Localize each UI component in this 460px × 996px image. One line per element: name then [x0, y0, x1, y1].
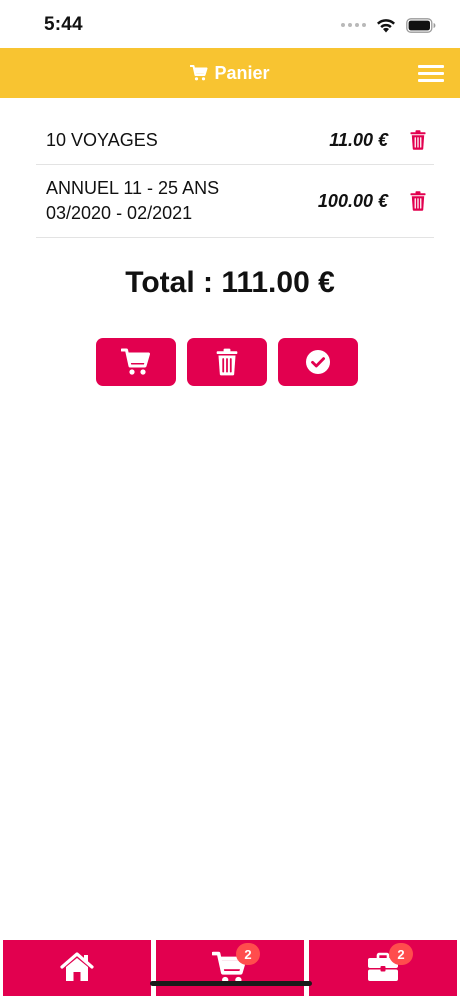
hamburger-menu-icon[interactable] [418, 62, 444, 84]
bottom-tab-bar: 2 2 [0, 940, 460, 996]
cart-icon [190, 65, 208, 81]
tab-home[interactable] [3, 940, 151, 996]
cart-item-price: 11.00 € [329, 129, 388, 150]
cart-item-label: ANNUEL 11 - 25 ANS 03/2020 - 02/2021 [46, 176, 219, 226]
continue-shopping-button[interactable] [96, 338, 176, 386]
cart-item-label-line: ANNUEL 11 - 25 ANS [46, 178, 220, 198]
header-title: Panier [0, 48, 460, 98]
trash-icon[interactable] [410, 191, 426, 211]
status-bar: 5:44 [0, 0, 460, 48]
cart-screen: 5:44 Panier 10 VOYAGES 11.00 € ANNUEL 11… [0, 0, 460, 996]
tab-briefcase[interactable]: 2 [309, 940, 457, 996]
signal-icon [341, 23, 366, 27]
cart-item: 10 VOYAGES 11.00 € [36, 116, 434, 165]
wifi-icon [377, 19, 395, 33]
cart-total: Total : 111.00 € [125, 266, 335, 299]
briefcase-badge: 2 [389, 943, 413, 965]
trash-icon[interactable] [410, 130, 426, 150]
cart-badge: 2 [236, 943, 260, 965]
cart-item-label-line: 10 VOYAGES [46, 129, 158, 150]
app-header: Panier [0, 48, 460, 98]
cart-icon [121, 348, 150, 375]
tab-cart[interactable]: 2 [156, 940, 304, 996]
cart-item: ANNUEL 11 - 25 ANS 03/2020 - 02/2021 100… [36, 165, 434, 238]
header-title-text: Panier [214, 62, 270, 83]
validate-cart-button[interactable] [278, 338, 358, 386]
empty-cart-button[interactable] [187, 338, 267, 386]
home-indicator [150, 981, 312, 986]
check-circle-icon [306, 350, 330, 374]
home-icon [60, 952, 94, 981]
battery-icon [406, 17, 436, 33]
cart-list: 10 VOYAGES 11.00 € ANNUEL 11 - 25 ANS 03… [36, 116, 434, 238]
trash-icon [216, 348, 238, 376]
status-icons [341, 14, 436, 36]
cart-item-price: 100.00 € [317, 190, 388, 211]
cart-item-label: 10 VOYAGES [46, 128, 158, 153]
cart-actions [96, 338, 358, 386]
cart-item-label-line: 03/2020 - 02/2021 [46, 203, 193, 223]
status-time: 5:44 [44, 14, 83, 35]
